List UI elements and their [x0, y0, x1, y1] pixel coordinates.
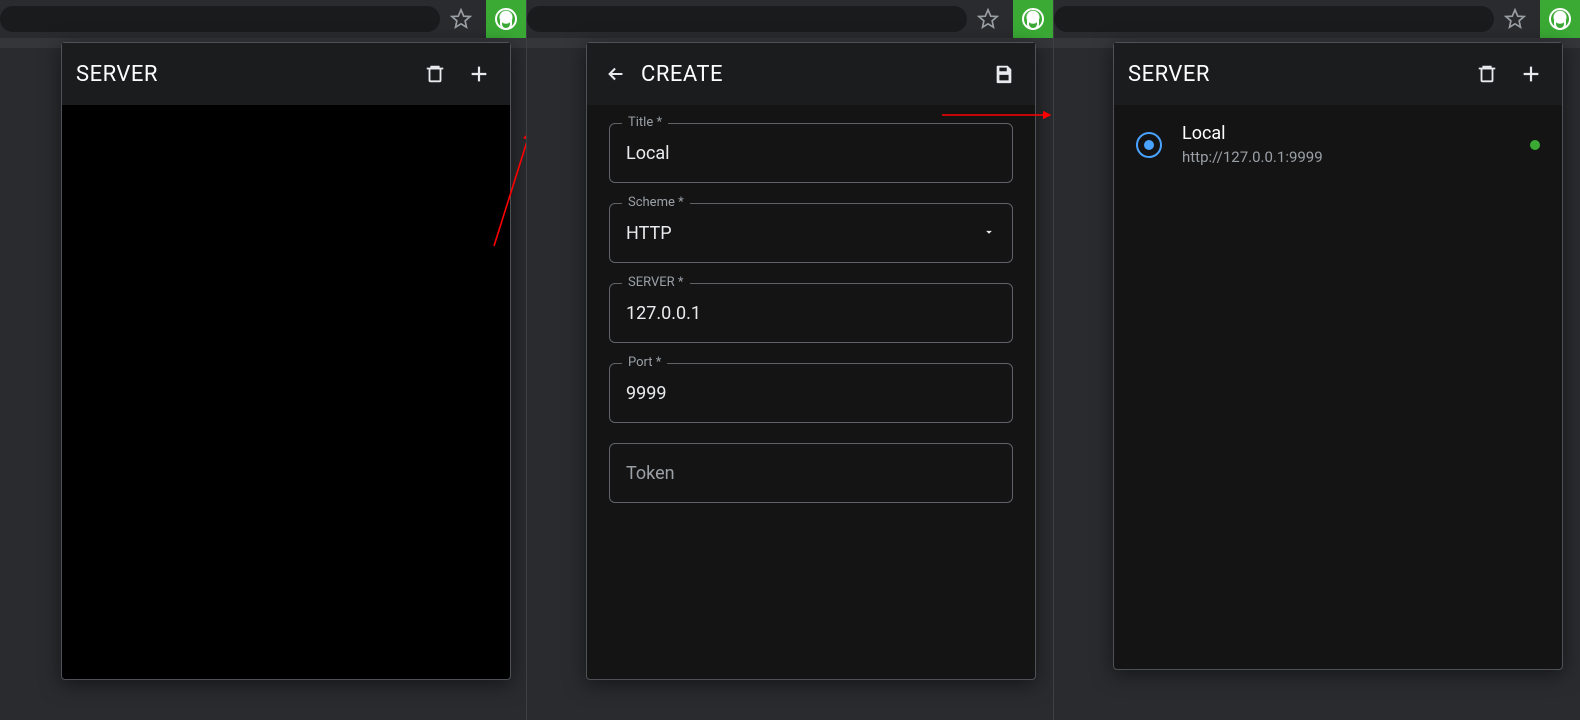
url-bar[interactable] [0, 6, 440, 32]
title-field[interactable]: Title * Local [609, 123, 1013, 183]
extension-button[interactable] [486, 0, 526, 38]
extension-icon [1549, 8, 1571, 30]
browser-toolbar [0, 0, 526, 38]
pane-3: SERVER Local http://127.0.0.1:9999 [1053, 0, 1580, 720]
save-button[interactable] [987, 57, 1021, 91]
bookmark-star-icon[interactable] [1504, 8, 1526, 30]
popup-title: SERVER [76, 62, 408, 87]
port-label: Port * [622, 355, 667, 370]
url-bar[interactable] [527, 6, 967, 32]
delete-button[interactable] [1470, 57, 1504, 91]
server-popup-empty: SERVER [61, 42, 511, 680]
server-list-item[interactable]: Local http://127.0.0.1:9999 [1114, 105, 1562, 184]
save-icon [993, 63, 1015, 85]
popup-header: SERVER [1114, 43, 1562, 105]
popup-header: CREATE [587, 43, 1035, 105]
popup-header: SERVER [62, 43, 510, 105]
server-entry-text: Local http://127.0.0.1:9999 [1182, 123, 1510, 166]
plus-icon [468, 63, 490, 85]
scheme-value: HTTP [626, 223, 982, 244]
port-field[interactable]: Port * 9999 [609, 363, 1013, 423]
create-popup: CREATE Title * Local Scheme * HTTP [586, 42, 1036, 680]
server-field[interactable]: SERVER * 127.0.0.1 [609, 283, 1013, 343]
scheme-label: Scheme * [622, 195, 690, 210]
trash-icon [424, 63, 446, 85]
token-placeholder: Token [626, 463, 675, 484]
browser-toolbar [1054, 0, 1580, 38]
server-popup-list: SERVER Local http://127.0.0.1:9999 [1113, 42, 1563, 670]
extension-button[interactable] [1013, 0, 1053, 38]
extension-icon [1022, 8, 1044, 30]
browser-toolbar [527, 0, 1053, 38]
port-value: 9999 [626, 383, 996, 404]
extension-icon [495, 8, 517, 30]
server-status-indicator [1530, 140, 1540, 150]
create-form: Title * Local Scheme * HTTP SERVER * 127… [587, 105, 1035, 503]
server-entry-title: Local [1182, 123, 1510, 144]
server-entry-url: http://127.0.0.1:9999 [1182, 148, 1510, 166]
arrow-left-icon [605, 63, 627, 85]
bookmark-star-icon[interactable] [450, 8, 472, 30]
popup-title: SERVER [1128, 62, 1460, 87]
scheme-field[interactable]: Scheme * HTTP [609, 203, 1013, 263]
popup-title: CREATE [641, 62, 977, 87]
chevron-down-icon [982, 224, 996, 243]
bookmark-star-icon[interactable] [977, 8, 999, 30]
delete-button[interactable] [418, 57, 452, 91]
pane-1: SERVER [0, 0, 526, 720]
radio-selected-icon [1144, 140, 1154, 150]
token-field[interactable]: Token [609, 443, 1013, 503]
server-label: SERVER * [622, 275, 690, 290]
server-value: 127.0.0.1 [626, 303, 996, 324]
extension-button[interactable] [1540, 0, 1580, 38]
pane-2: CREATE Title * Local Scheme * HTTP [526, 0, 1053, 720]
title-value: Local [626, 143, 996, 164]
title-label: Title * [622, 115, 668, 130]
plus-icon [1520, 63, 1542, 85]
trash-icon [1476, 63, 1498, 85]
add-button[interactable] [462, 57, 496, 91]
server-radio[interactable] [1136, 132, 1162, 158]
url-bar[interactable] [1054, 6, 1494, 32]
back-button[interactable] [601, 59, 631, 89]
add-button[interactable] [1514, 57, 1548, 91]
